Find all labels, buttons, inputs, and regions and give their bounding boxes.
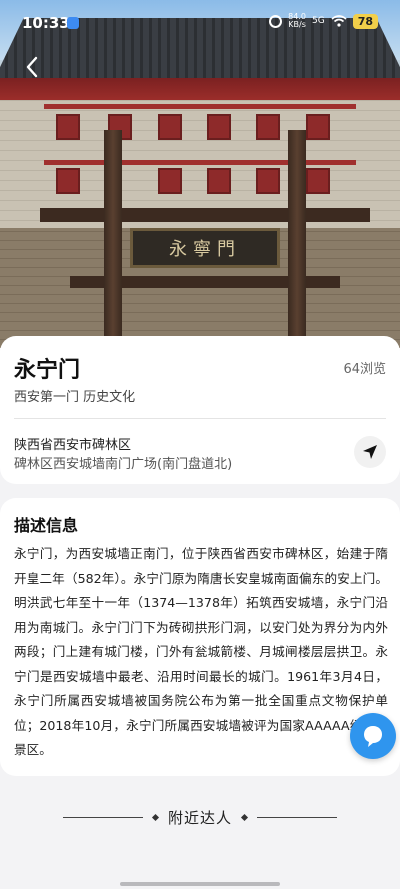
status-right: 84.0 KB/s 5G 78 [269, 13, 378, 29]
hero-window [158, 168, 182, 194]
hero-pillar [104, 130, 122, 348]
description-card: 描述信息 永宁门，为西安城墙正南门，位于陕西省西安市碑林区，始建于隋开皇二年（5… [0, 498, 400, 776]
hero-window [306, 114, 330, 140]
net-speed: 84.0 KB/s [288, 13, 306, 29]
net-speed-unit: KB/s [288, 20, 306, 29]
place-tags: 西安第一门 历史文化 [14, 390, 136, 405]
wifi-icon [331, 15, 347, 27]
place-info-card: 永宁门 64浏览 西安第一门 历史文化 陕西省西安市碑林区 碑林区西安城墙南门广… [0, 336, 400, 484]
divider [14, 418, 386, 419]
back-arrow-icon [26, 56, 38, 78]
navigation-arrow-icon [363, 445, 377, 459]
nearby-diamond-icon [151, 813, 160, 821]
nearby-label: 附近达人 [167, 808, 232, 827]
hero-window [207, 114, 231, 140]
nearby-line-right [257, 816, 337, 818]
hero-window [56, 168, 80, 194]
nearby-section-header: 附近达人 [0, 804, 400, 830]
home-indicator[interactable] [120, 882, 280, 886]
hero-beam [40, 208, 370, 222]
hero-image: 永寧門 [0, 0, 400, 348]
nearby-diamond-icon [240, 813, 249, 821]
hero-plaque: 永寧門 [130, 228, 280, 268]
hero-window [56, 114, 80, 140]
address-region: 陕西省西安市碑林区 [14, 438, 132, 453]
chat-bubble-icon [364, 726, 382, 747]
address-detail: 碑林区西安城墙南门广场(南门盘道北) [14, 457, 233, 472]
clock-icon [269, 14, 283, 28]
hero-window [256, 168, 280, 194]
description-title: 描述信息 [14, 516, 79, 535]
status-bar: 10:33 84.0 KB/s 5G 78 [0, 0, 400, 46]
view-count: 64浏览 [343, 362, 386, 377]
plaque-text: 永寧門 [169, 239, 241, 260]
chat-float-button[interactable] [350, 713, 396, 759]
nearby-line-left [62, 816, 143, 818]
status-time: 10:33 [22, 14, 70, 32]
navigate-button[interactable] [354, 436, 386, 468]
hero-window [256, 114, 280, 140]
hero-window [207, 168, 231, 194]
battery-indicator: 78 [352, 13, 378, 29]
hero-roof-band [0, 78, 400, 100]
hero-window [306, 168, 330, 194]
hero-red-band [44, 160, 356, 165]
hero-pillar [288, 130, 306, 348]
place-title: 永宁门 [14, 358, 81, 383]
description-body: 永宁门，为西安城墙正南门，位于陕西省西安市碑林区，始建于隋开皇二年（582年）。… [14, 546, 388, 757]
app-notification-icon [67, 17, 79, 29]
hero-red-band [44, 104, 356, 109]
hero-window [158, 114, 182, 140]
signal-label: 5G [311, 16, 325, 26]
back-button[interactable] [20, 54, 46, 80]
